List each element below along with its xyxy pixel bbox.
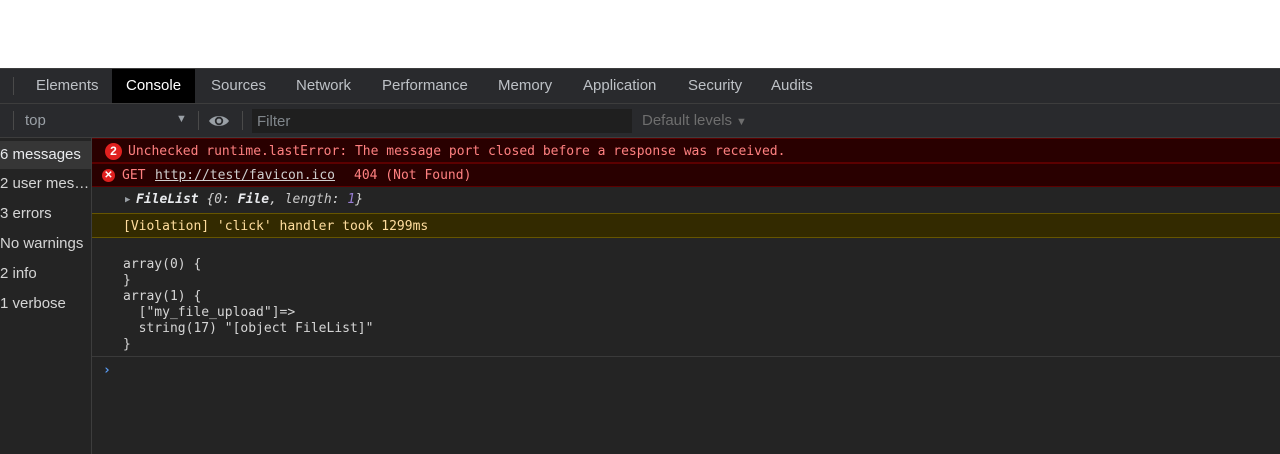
request-url-link[interactable]: http://test/favicon.ico — [155, 168, 335, 183]
filelist-object: FileList {0: File, length: 1} — [136, 192, 364, 207]
tab-memory[interactable]: Memory — [484, 69, 566, 103]
http-status: 404 (Not Found) — [354, 168, 472, 183]
devtools-tab-bar: Elements Console Sources Network Perform… — [0, 69, 1280, 104]
tab-console[interactable]: Console — [112, 69, 196, 103]
chevron-down-icon: ▼ — [736, 116, 747, 128]
tab-sources[interactable]: Sources — [197, 69, 280, 103]
expand-triangle-icon[interactable]: ▶ — [125, 195, 130, 205]
context-selector-value: top — [25, 112, 46, 129]
dump-line: } — [123, 273, 131, 288]
sidebar-item-verbose[interactable]: 1 verbose — [0, 290, 91, 318]
tab-application[interactable]: Application — [569, 69, 670, 103]
tabbar-divider — [13, 77, 14, 95]
console-prompt-chevron-icon[interactable]: › — [103, 363, 111, 378]
toolbar-divider — [198, 111, 199, 130]
sidebar-item-errors[interactable]: 3 errors — [0, 200, 91, 228]
dump-line: array(1) { — [123, 289, 202, 304]
violation-text: [Violation] 'click' handler took 1299ms — [123, 219, 429, 234]
dump-line: } — [123, 337, 131, 352]
page-content-area — [0, 0, 1280, 68]
php-dump-log: array(0) { } array(1) { ["my_file_upload… — [92, 239, 1280, 357]
log-levels-dropdown[interactable]: Default levels ▼ — [642, 112, 747, 129]
tab-elements[interactable]: Elements — [22, 69, 113, 103]
log-levels-label: Default levels — [642, 112, 733, 129]
error-message-runtime: 2 Unchecked runtime.lastError: The messa… — [92, 138, 1280, 163]
repeat-count-badge: 2 — [105, 143, 122, 160]
toolbar-divider — [242, 111, 243, 130]
devtools-panel: Elements Console Sources Network Perform… — [0, 68, 1280, 454]
console-sidebar: 6 messages 2 user mes… 3 errors No warni… — [0, 138, 92, 454]
error-x-icon: ✕ — [102, 169, 115, 182]
sidebar-item-messages[interactable]: 6 messages — [0, 141, 91, 169]
tab-performance[interactable]: Performance — [368, 69, 482, 103]
error-text: Unchecked runtime.lastError: The message… — [128, 144, 786, 159]
tab-network[interactable]: Network — [282, 69, 365, 103]
sidebar-item-user-messages[interactable]: 2 user mes… — [0, 170, 91, 198]
dump-line: ["my_file_upload"]=> — [123, 305, 296, 320]
error-message-favicon: ✕ GET http://test/favicon.ico 404 (Not F… — [92, 163, 1280, 187]
dump-line: string(17) "[object FileList]" — [123, 321, 374, 336]
console-messages[interactable]: 2 Unchecked runtime.lastError: The messa… — [92, 138, 1280, 454]
tab-security[interactable]: Security — [674, 69, 756, 103]
tab-audits[interactable]: Audits — [757, 69, 827, 103]
context-selector[interactable]: top ▼ — [14, 108, 194, 133]
filelist-log[interactable]: ▶ FileList {0: File, length: 1} — [92, 188, 1280, 212]
filter-input[interactable] — [252, 109, 632, 133]
http-method: GET — [122, 168, 146, 183]
message-divider — [92, 356, 1280, 357]
sidebar-item-warnings[interactable]: No warnings — [0, 230, 91, 258]
sidebar-item-info[interactable]: 2 info — [0, 260, 91, 288]
violation-message: [Violation] 'click' handler took 1299ms — [92, 213, 1280, 238]
dump-line: array(0) { — [123, 257, 202, 272]
chevron-down-icon: ▼ — [176, 113, 187, 125]
eye-icon[interactable] — [208, 113, 230, 129]
console-toolbar: top ▼ Default levels▼ — [0, 104, 1280, 138]
